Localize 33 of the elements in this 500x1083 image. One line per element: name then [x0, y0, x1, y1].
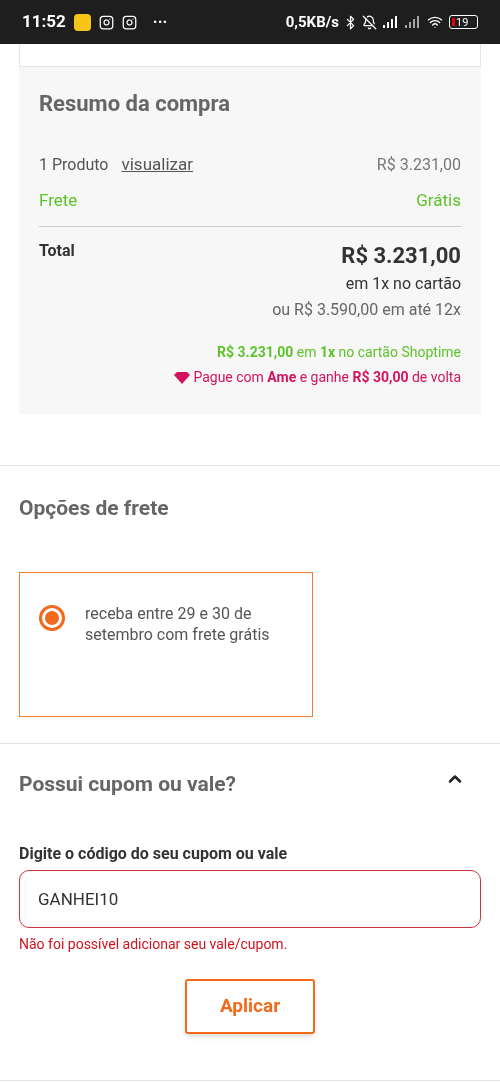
coupon-field[interactable]: GANHEI10 [19, 870, 481, 928]
instagram-icon [121, 14, 137, 30]
signal-icon [405, 16, 421, 28]
field-label: Digite o código do seu cupom ou vale [19, 843, 289, 865]
total-value: R$ 3.231,00 [341, 242, 461, 270]
radio-button[interactable] [39, 604, 65, 631]
shipping-label: Frete [39, 188, 78, 212]
section-title: Opções de frete [19, 495, 170, 522]
shipping-option[interactable]: receba entre 29 e 30 de setembro com frete grátis [19, 571, 313, 717]
view-link[interactable]: visualizar [121, 152, 193, 178]
instagram-icon [98, 14, 114, 30]
card-promo: R$ 3.231,00 em 1x no cartão Shoptime [217, 343, 461, 362]
product-price: R$ 3.231,00 [376, 153, 461, 176]
summary-title: Resumo da compra [39, 90, 231, 118]
section-title: Possui cupom ou vale? [19, 770, 237, 798]
battery-icon: 19 [449, 15, 478, 29]
more-notifications: ··· [152, 11, 168, 33]
ame-promo: Pague com Ame e ganhe R$ 30,00 de volta [193, 368, 461, 387]
coupon-toggle[interactable]: Possui cupom ou vale? [19, 768, 481, 800]
error-message: Não foi possível adicionar seu vale/cupom. [19, 935, 289, 954]
payment-terms: em 1x no cartão [345, 273, 461, 295]
option-label: receba entre 29 e 30 de setembro com frete grátis [85, 602, 271, 645]
battery-saver-icon [73, 13, 91, 31]
total-label: Total [39, 240, 75, 262]
installments-text: ou R$ 3.590,00 em até 12x [272, 299, 461, 321]
product-count: 1 Produto [39, 153, 109, 176]
diamond-icon [174, 371, 191, 384]
wifi-icon [427, 14, 443, 30]
clock: 11:52 [22, 10, 66, 34]
network-speed: 0,5KB/s [285, 11, 339, 33]
shipping-value: Grátis [416, 188, 461, 212]
signal-icon [383, 16, 399, 28]
bell-off-icon [362, 14, 377, 30]
